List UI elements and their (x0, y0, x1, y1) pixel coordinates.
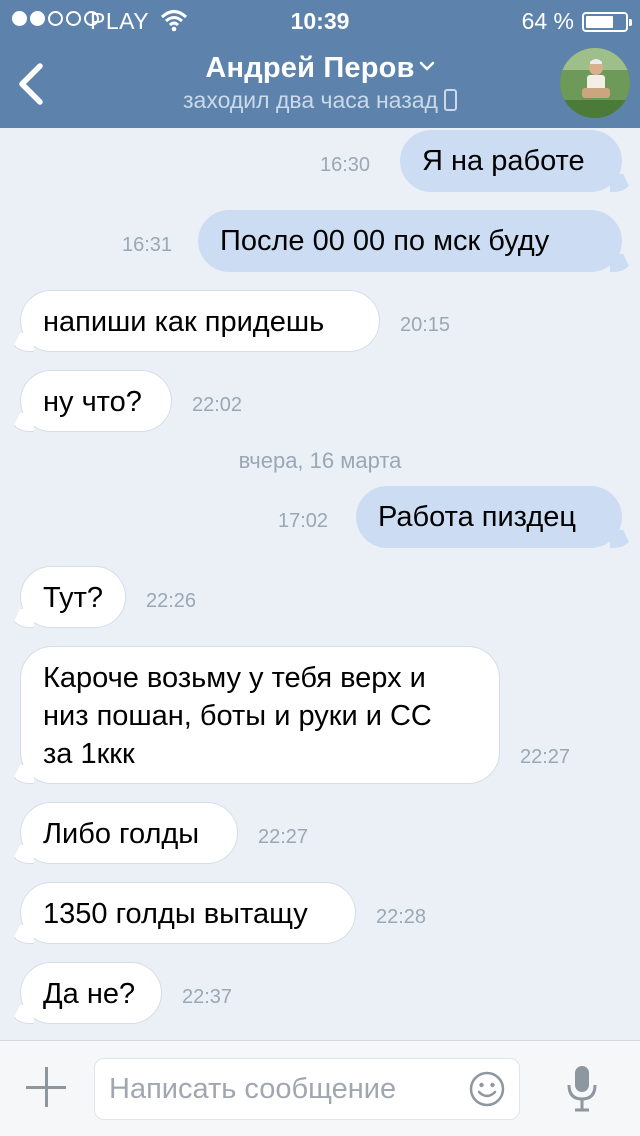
message-bubble: 1350 голды вытащу (20, 882, 356, 944)
message-time: 16:31 (122, 234, 173, 256)
smile-icon[interactable] (469, 1071, 505, 1107)
message-time: 20:15 (400, 314, 451, 336)
message-time: 22:27 (258, 826, 309, 848)
avatar[interactable] (560, 48, 630, 118)
message-bubble: После 00 00 по мск буду (198, 210, 622, 272)
message-time: 22:27 (520, 746, 571, 768)
message-text: После 00 00 по мск буду (220, 225, 550, 257)
avatar-photo (560, 48, 630, 118)
top-bar: PLAY 10:39 64 % Андрей Перов заходил два… (0, 0, 640, 128)
message-bubble: Работа пиздец (356, 486, 622, 548)
message-bubble: ну что? (20, 370, 172, 432)
message-bubble: Тут? (20, 566, 126, 628)
message-text: Я на работе (422, 145, 585, 177)
message-input[interactable] (109, 1059, 449, 1119)
message-text: Либо голды (43, 818, 200, 850)
battery-icon (582, 12, 632, 32)
contact-name: Андрей Перов (205, 52, 415, 84)
microphone-icon[interactable] (562, 1063, 602, 1115)
date-separator: вчера, 16 марта (238, 448, 402, 473)
message-text-line: за 1ккк (43, 738, 135, 770)
message-text: Тут? (43, 582, 103, 614)
status-bar: PLAY 10:39 64 % (0, 0, 640, 40)
mobile-phone-icon (443, 89, 457, 111)
message-time: 16:30 (320, 154, 371, 176)
back-arrow-icon[interactable] (10, 60, 58, 108)
message-bubble: Либо голды (20, 802, 238, 864)
message-bubble: напиши как придешь (20, 290, 380, 352)
message-text: 1350 голды вытащу (43, 898, 308, 930)
message-time: 17:02 (278, 510, 329, 532)
message-text: напиши как придешь (43, 306, 325, 338)
message-field[interactable] (94, 1058, 520, 1120)
contact-status: заходил два часа назад (183, 87, 438, 113)
chevron-down-icon (419, 61, 434, 71)
conversation-header[interactable]: Андрей Перов заходил два часа назад (120, 52, 520, 114)
message-time: 22:26 (146, 590, 197, 612)
message-list[interactable]: Я на работе 16:30 После 00 00 по мск буд… (0, 128, 640, 1040)
message-time: 22:37 (182, 986, 233, 1008)
message-bubble: Да не? (20, 962, 162, 1024)
message-time: 22:02 (192, 394, 243, 416)
message-time: 22:28 (376, 906, 427, 928)
plus-icon[interactable] (26, 1067, 66, 1107)
message-text: ну что? (43, 386, 142, 418)
message-bubble: Я на работе (400, 130, 622, 192)
battery-percent: 64 % (521, 8, 574, 34)
message-text-line: Кароче возьму у тебя верх и (43, 662, 426, 694)
message-text: Работа пиздец (378, 501, 576, 533)
message-composer (0, 1040, 640, 1136)
message-bubble: Кароче возьму у тебя верх и низ пошан, б… (20, 646, 500, 784)
message-text: Да не? (43, 978, 136, 1010)
message-text-line: низ пошан, боты и руки и СС (43, 700, 432, 732)
